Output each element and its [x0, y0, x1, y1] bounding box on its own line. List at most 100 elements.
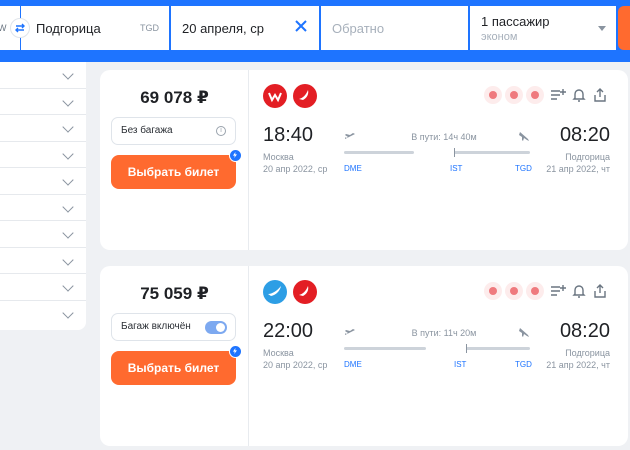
filter-row[interactable]	[0, 142, 86, 168]
ticket-price: 75 059 ₽	[140, 284, 209, 303]
route-segment	[344, 151, 414, 154]
wizz-air-logo	[263, 84, 287, 108]
flight-duration: В пути: 14ч 40м	[411, 132, 477, 142]
amenity-transfer-icon	[505, 282, 523, 300]
chevron-down-icon	[62, 121, 74, 133]
destination-iata: TGD	[140, 23, 159, 33]
arrival-airport-code: TGD	[515, 164, 532, 173]
filter-row[interactable]	[0, 301, 86, 328]
amenity-badges	[484, 282, 547, 300]
origin-field-text: W	[0, 23, 7, 33]
amenity-airline-icon	[526, 282, 544, 300]
bell-icon[interactable]	[571, 283, 587, 299]
baggage-toggle[interactable]	[205, 321, 227, 334]
takeoff-icon	[345, 329, 355, 335]
departure-date-field[interactable]: 20 апреля, ср	[171, 6, 319, 50]
arrival-time: 08:20	[559, 124, 610, 146]
return-date-placeholder: Обратно	[332, 20, 385, 36]
chevron-down-icon	[62, 200, 74, 213]
departure-date: 20 апр 2022, ср	[263, 164, 328, 174]
baggage-option[interactable]: Багаж включён	[111, 313, 236, 341]
arrival-airport-code: TGD	[515, 360, 532, 369]
filter-row[interactable]	[0, 168, 86, 195]
arrival-date: 21 апр 2022, чт	[546, 164, 610, 174]
arrival-time: 08:20	[559, 320, 610, 342]
layover-airport-code: IST	[454, 360, 467, 369]
cabin-class: эконом	[481, 30, 518, 43]
amenity-badges	[484, 86, 547, 104]
filter-row[interactable]	[0, 62, 86, 89]
ticket-actions	[550, 283, 613, 299]
swap-icon	[15, 23, 25, 33]
departure-time: 18:40	[263, 124, 314, 146]
baggage-option[interactable]: Без багажа i	[111, 117, 236, 145]
takeoff-icon	[345, 133, 355, 139]
arrival-city: Подгорица	[565, 348, 610, 358]
route-segment	[466, 347, 530, 350]
amenity-night-icon	[484, 282, 502, 300]
flight-route: В пути: 11ч 20м DME IST TGD	[344, 326, 532, 376]
search-button[interactable]	[618, 6, 630, 50]
departure-airport-code: DME	[344, 164, 362, 173]
chevron-down-icon	[62, 174, 74, 186]
route-segment	[454, 151, 530, 154]
filter-row[interactable]	[0, 115, 86, 142]
chevron-down-icon	[598, 26, 606, 31]
ticket-card[interactable]: 75 059 ₽ Багаж включён Выбрать билет 22:…	[100, 266, 628, 446]
chevron-down-icon	[62, 253, 74, 266]
compare-icon[interactable]	[550, 87, 566, 103]
landing-icon	[519, 132, 529, 141]
arrival-info: Подгорица 21 апр 2022, чт	[546, 151, 610, 175]
departure-city: Москва	[263, 152, 294, 162]
swap-directions-button[interactable]	[10, 18, 30, 38]
turkish-airlines-logo	[293, 84, 317, 108]
filter-row[interactable]	[0, 274, 86, 301]
amenity-transfer-icon	[505, 86, 523, 104]
route-segment	[344, 347, 426, 350]
passengers-select[interactable]: 1 пассажир эконом	[470, 6, 616, 50]
search-bar: W Подгорица TGD 20 апреля, ср Обратно 1 …	[0, 0, 630, 62]
filter-row[interactable]	[0, 195, 86, 221]
clear-date-icon[interactable]	[293, 18, 309, 34]
chevron-down-icon	[62, 227, 74, 239]
landing-icon	[519, 328, 529, 337]
select-ticket-button[interactable]: Выбрать билет	[111, 351, 236, 385]
filter-row[interactable]	[0, 248, 86, 274]
bell-icon[interactable]	[571, 87, 587, 103]
filters-sidebar	[0, 62, 86, 330]
departure-date-value: 20 апреля, ср	[182, 20, 264, 36]
ticket-card[interactable]: 69 078 ₽ Без багажа i Выбрать билет 18:4…	[100, 70, 628, 250]
ticket-price-column: 69 078 ₽ Без багажа i Выбрать билет	[100, 70, 249, 250]
baggage-label: Без багажа	[121, 125, 173, 136]
departure-info: Москва 20 апр 2022, ср	[263, 347, 327, 371]
arrival-info: Подгорица 21 апр 2022, чт	[546, 347, 610, 371]
return-date-field[interactable]: Обратно	[321, 6, 468, 50]
chevron-down-icon	[62, 306, 74, 319]
flight-duration: В пути: 11ч 20м	[411, 328, 477, 338]
filter-row[interactable]	[0, 221, 86, 248]
chevron-down-icon	[62, 94, 74, 107]
info-icon[interactable]: i	[216, 126, 226, 136]
layover-airport-code: IST	[450, 164, 463, 173]
departure-city: Москва	[263, 348, 294, 358]
destination-field[interactable]: Подгорица TGD	[21, 6, 169, 50]
baggage-label: Багаж включён	[121, 321, 191, 332]
arrival-date: 21 апр 2022, чт	[546, 360, 610, 370]
turkish-airlines-logo	[293, 280, 317, 304]
ticket-price: 69 078 ₽	[140, 88, 209, 107]
select-ticket-button[interactable]: Выбрать билет	[111, 155, 236, 189]
route-stop-marker	[466, 344, 467, 353]
departure-date: 20 апр 2022, ср	[263, 360, 328, 370]
chevron-down-icon	[62, 280, 74, 292]
flight-route: В пути: 14ч 40м DME IST TGD	[344, 130, 532, 180]
chevron-down-icon	[62, 68, 74, 80]
departure-info: Москва 20 апр 2022, ср	[263, 151, 327, 175]
compare-icon[interactable]	[550, 283, 566, 299]
share-icon[interactable]	[592, 283, 608, 299]
filter-row[interactable]	[0, 89, 86, 115]
amenity-airline-icon	[526, 86, 544, 104]
share-icon[interactable]	[592, 87, 608, 103]
route-stop-marker	[454, 148, 455, 157]
ticket-price-column: 75 059 ₽ Багаж включён Выбрать билет	[100, 266, 249, 446]
passengers-count: 1 пассажир	[481, 13, 550, 29]
